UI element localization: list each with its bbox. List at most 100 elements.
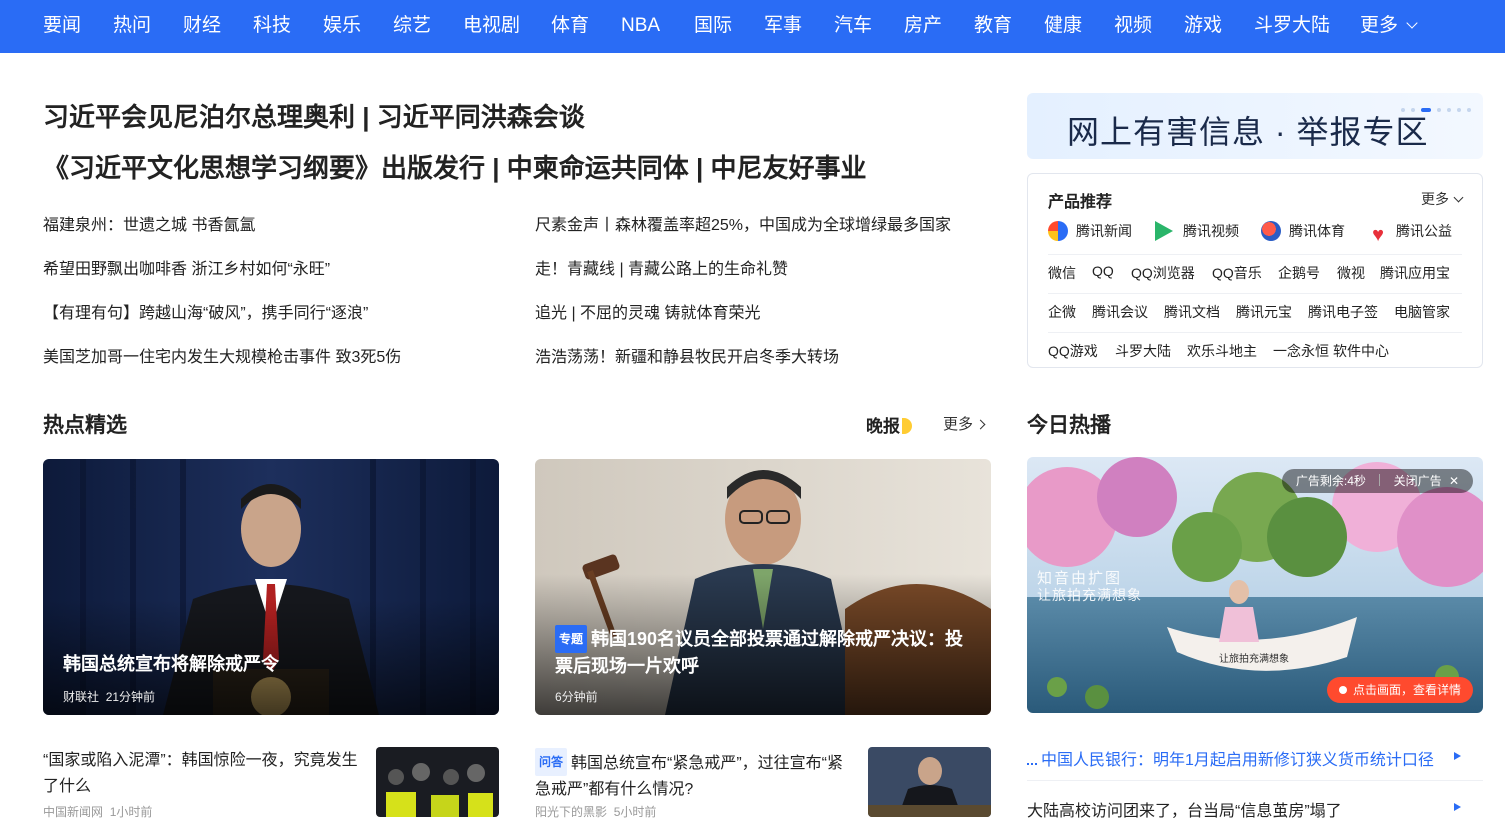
nav-item-jiankang[interactable]: 健康 [1044, 14, 1082, 38]
product-tencent-docs[interactable]: 腾讯文档 [1164, 302, 1220, 322]
nav-item-junshi[interactable]: 军事 [764, 14, 802, 38]
nav-more-button[interactable]: 更多 [1360, 14, 1418, 38]
news-link-right-3[interactable]: 追光 | 不屈的灵魂 铸就体育荣光 [535, 299, 761, 323]
product-douluo[interactable]: 斗罗大陆 [1115, 341, 1171, 361]
news-card-1[interactable]: 韩国总统宣布将解除戒严令 财联社 21分钟前 [43, 459, 499, 715]
nav-item-rewen[interactable]: 热问 [113, 14, 151, 38]
product-weishi[interactable]: 微视 [1337, 263, 1365, 283]
ad-banner[interactable]: 广告剩余:4秒 关闭广告 ✕ 知音由扩图 让旅拍充满想象 让旅拍充满想象 点击画… [1027, 457, 1483, 713]
nav-item-youxi[interactable]: 游戏 [1184, 14, 1222, 38]
nav-item-zongyi[interactable]: 综艺 [393, 14, 431, 38]
news-link-left-4[interactable]: 美国芝加哥一住宅内发生大规模枪击事件 致3死5伤 [43, 343, 401, 367]
card-2-time: 6分钟前 [555, 690, 598, 704]
nav-item-yaowen[interactable]: 要闻 [43, 14, 81, 38]
hot-item-2-text: 大陆高校访问团来了，台当局“信息茧房”塌了 [1027, 803, 1342, 820]
nav-item-douluo[interactable]: 斗罗大陆 [1254, 14, 1330, 38]
nav-item-dianshiju[interactable]: 电视剧 [463, 14, 520, 38]
carousel-dot[interactable] [1411, 108, 1415, 112]
nav-item-caijing[interactable]: 财经 [183, 14, 221, 38]
list-item-2-thumbnail[interactable] [868, 747, 991, 817]
list-item-2-title[interactable]: 问答 韩国总统宣布“紧急戒严”，过往宣布“紧急戒严”都有什么情况? [535, 748, 855, 803]
ad-remaining-label: 广告剩余: [1295, 474, 1348, 488]
product-qq-music[interactable]: QQ音乐 [1212, 263, 1262, 283]
today-hot-title: 今日热播 [1027, 414, 1111, 437]
nav-item-jiaoyu[interactable]: 教育 [974, 14, 1012, 38]
evening-report-link[interactable]: 晚报 [866, 412, 912, 437]
news-link-right-2[interactable]: 走！青藏线 | 青藏公路上的生命礼赞 [535, 255, 788, 279]
headline-2[interactable]: 《习近平文化思想学习纲要》出版发行 | 中柬命运共同体 | 中尼友好事业 [43, 148, 866, 185]
product-tencent-video[interactable]: 腾讯视频 [1155, 221, 1239, 241]
product-pc-manager[interactable]: 电脑管家 [1394, 302, 1450, 322]
ad-controls: 广告剩余:4秒 关闭广告 ✕ [1281, 469, 1473, 493]
ad-close-button[interactable]: 关闭广告 ✕ [1394, 474, 1459, 488]
carousel-dot[interactable] [1457, 108, 1461, 112]
product-qq[interactable]: QQ [1092, 263, 1114, 279]
product-more-button[interactable]: 更多 [1421, 189, 1464, 209]
card-1-meta: 财联社 21分钟前 [63, 688, 155, 705]
product-software-center[interactable]: 软件中心 [1333, 341, 1389, 361]
list-item-2-title-text: 韩国总统宣布“紧急戒严”，过往宣布“紧急戒严”都有什么情况? [535, 755, 844, 798]
chevron-right-icon [975, 419, 986, 430]
carousel-dot[interactable] [1467, 108, 1471, 112]
list-item-1-thumbnail[interactable] [376, 747, 499, 817]
hot-item-1-text: 中国人民银行：明年1月起启用新修订狭义货币统计口径 [1041, 752, 1434, 769]
moon-icon [902, 418, 912, 434]
product-tencent-meeting[interactable]: 腾讯会议 [1092, 302, 1148, 322]
hot-item-1[interactable]: 中国人民银行：明年1月起启用新修订狭义货币统计口径 [1027, 746, 1483, 770]
product-title: 产品推荐 [1048, 194, 1113, 211]
nav-item-guoji[interactable]: 国际 [694, 14, 732, 38]
ad-center-text: 让旅拍充满想象 [1219, 654, 1289, 665]
ad-cta-button[interactable]: 点击画面，查看详情 [1326, 677, 1473, 703]
ad-divider [1379, 474, 1381, 486]
list-item-1-title[interactable]: “国家或陷入泥潭”：韩国惊险一夜，究竟发生了什么 [43, 748, 363, 800]
news-link-left-2[interactable]: 希望田野飘出咖啡香 浙江乡村如何“永旺” [43, 255, 330, 279]
product-yinian[interactable]: 一念永恒 [1273, 341, 1329, 361]
carousel-dot[interactable] [1437, 108, 1441, 112]
product-qq-games[interactable]: QQ游戏 [1048, 341, 1098, 361]
nav-item-yule[interactable]: 娱乐 [323, 14, 361, 38]
news-link-left-3[interactable]: 【有理有句】跨越山海“破风”，携手同行“逐浪” [43, 299, 368, 323]
carousel-dot-active[interactable] [1421, 108, 1431, 112]
ad-close-label: 关闭广告 [1393, 474, 1442, 488]
nav-item-nba[interactable]: NBA [621, 14, 660, 38]
chevron-down-icon [1453, 192, 1464, 203]
divider [1048, 293, 1462, 294]
nav-item-tiyu[interactable]: 体育 [551, 14, 589, 38]
ad-cta-label: 点击画面，查看详情 [1352, 683, 1461, 697]
product-yuanbao[interactable]: 腾讯元宝 [1236, 302, 1292, 322]
news-link-left-1[interactable]: 福建泉州：世遗之城 书香氤氲 [43, 211, 255, 235]
nav-item-shipin[interactable]: 视频 [1114, 14, 1152, 38]
carousel-dot[interactable] [1401, 108, 1405, 112]
product-esign[interactable]: 腾讯电子签 [1308, 302, 1378, 322]
nav-item-qiche[interactable]: 汽车 [834, 14, 872, 38]
product-qq-browser[interactable]: QQ浏览器 [1131, 263, 1195, 283]
news-card-2[interactable]: 专题 韩国190名议员全部投票通过解除戒严决议：投票后现场一片欢呼 6分钟前 [535, 459, 991, 715]
product-doudizhu[interactable]: 欢乐斗地主 [1187, 341, 1257, 361]
hot-more-link[interactable]: 更多 [943, 413, 986, 434]
product-qiehao[interactable]: 企鹅号 [1278, 263, 1320, 283]
product-weixin[interactable]: 微信 [1048, 263, 1076, 283]
news-link-right-1[interactable]: 尺素金声丨森林覆盖率超25%，中国成为全球增绿最多国家 [535, 211, 951, 235]
product-app-store[interactable]: 腾讯应用宝 [1380, 263, 1450, 283]
product-recommend-box: 产品推荐 更多 腾讯新闻 腾讯视频 腾讯体育 ♥ 腾讯公益 微信 QQ QQ浏览器… [1027, 173, 1483, 368]
carousel-dot[interactable] [1447, 108, 1451, 112]
headline-1[interactable]: 习近平会见尼泊尔总理奥利 | 习近平同洪森会谈 [43, 97, 585, 134]
divider [1048, 254, 1462, 255]
product-qiwei[interactable]: 企微 [1048, 302, 1076, 322]
list-item-2-source: 阳光下的黑影 [535, 805, 608, 819]
hot-item-2[interactable]: 大陆高校访问团来了，台当局“信息茧房”塌了 [1027, 797, 1483, 821]
report-banner[interactable]: 网上有害信息 · 举报专区 [1027, 93, 1483, 159]
play-icon [1454, 803, 1461, 811]
ad-overlay-line2: 让旅拍充满想象 [1037, 587, 1142, 603]
divider [1048, 332, 1462, 333]
card-2-caption-text: 韩国190名议员全部投票通过解除戒严决议：投票后现场一片欢呼 [555, 629, 964, 676]
list-item-1-source: 中国新闻网 [43, 805, 104, 819]
product-tencent-charity[interactable]: ♥ 腾讯公益 [1368, 221, 1452, 245]
product-tencent-news[interactable]: 腾讯新闻 [1048, 221, 1132, 241]
nav-item-keji[interactable]: 科技 [253, 14, 291, 38]
ad-remaining-value: 4秒 [1347, 474, 1366, 488]
product-tencent-sports[interactable]: 腾讯体育 [1261, 221, 1345, 241]
list-item-2-image [868, 747, 991, 817]
news-link-right-4[interactable]: 浩浩荡荡！新疆和静县牧民开启冬季大转场 [535, 343, 839, 367]
nav-item-fangchan[interactable]: 房产 [904, 14, 942, 38]
